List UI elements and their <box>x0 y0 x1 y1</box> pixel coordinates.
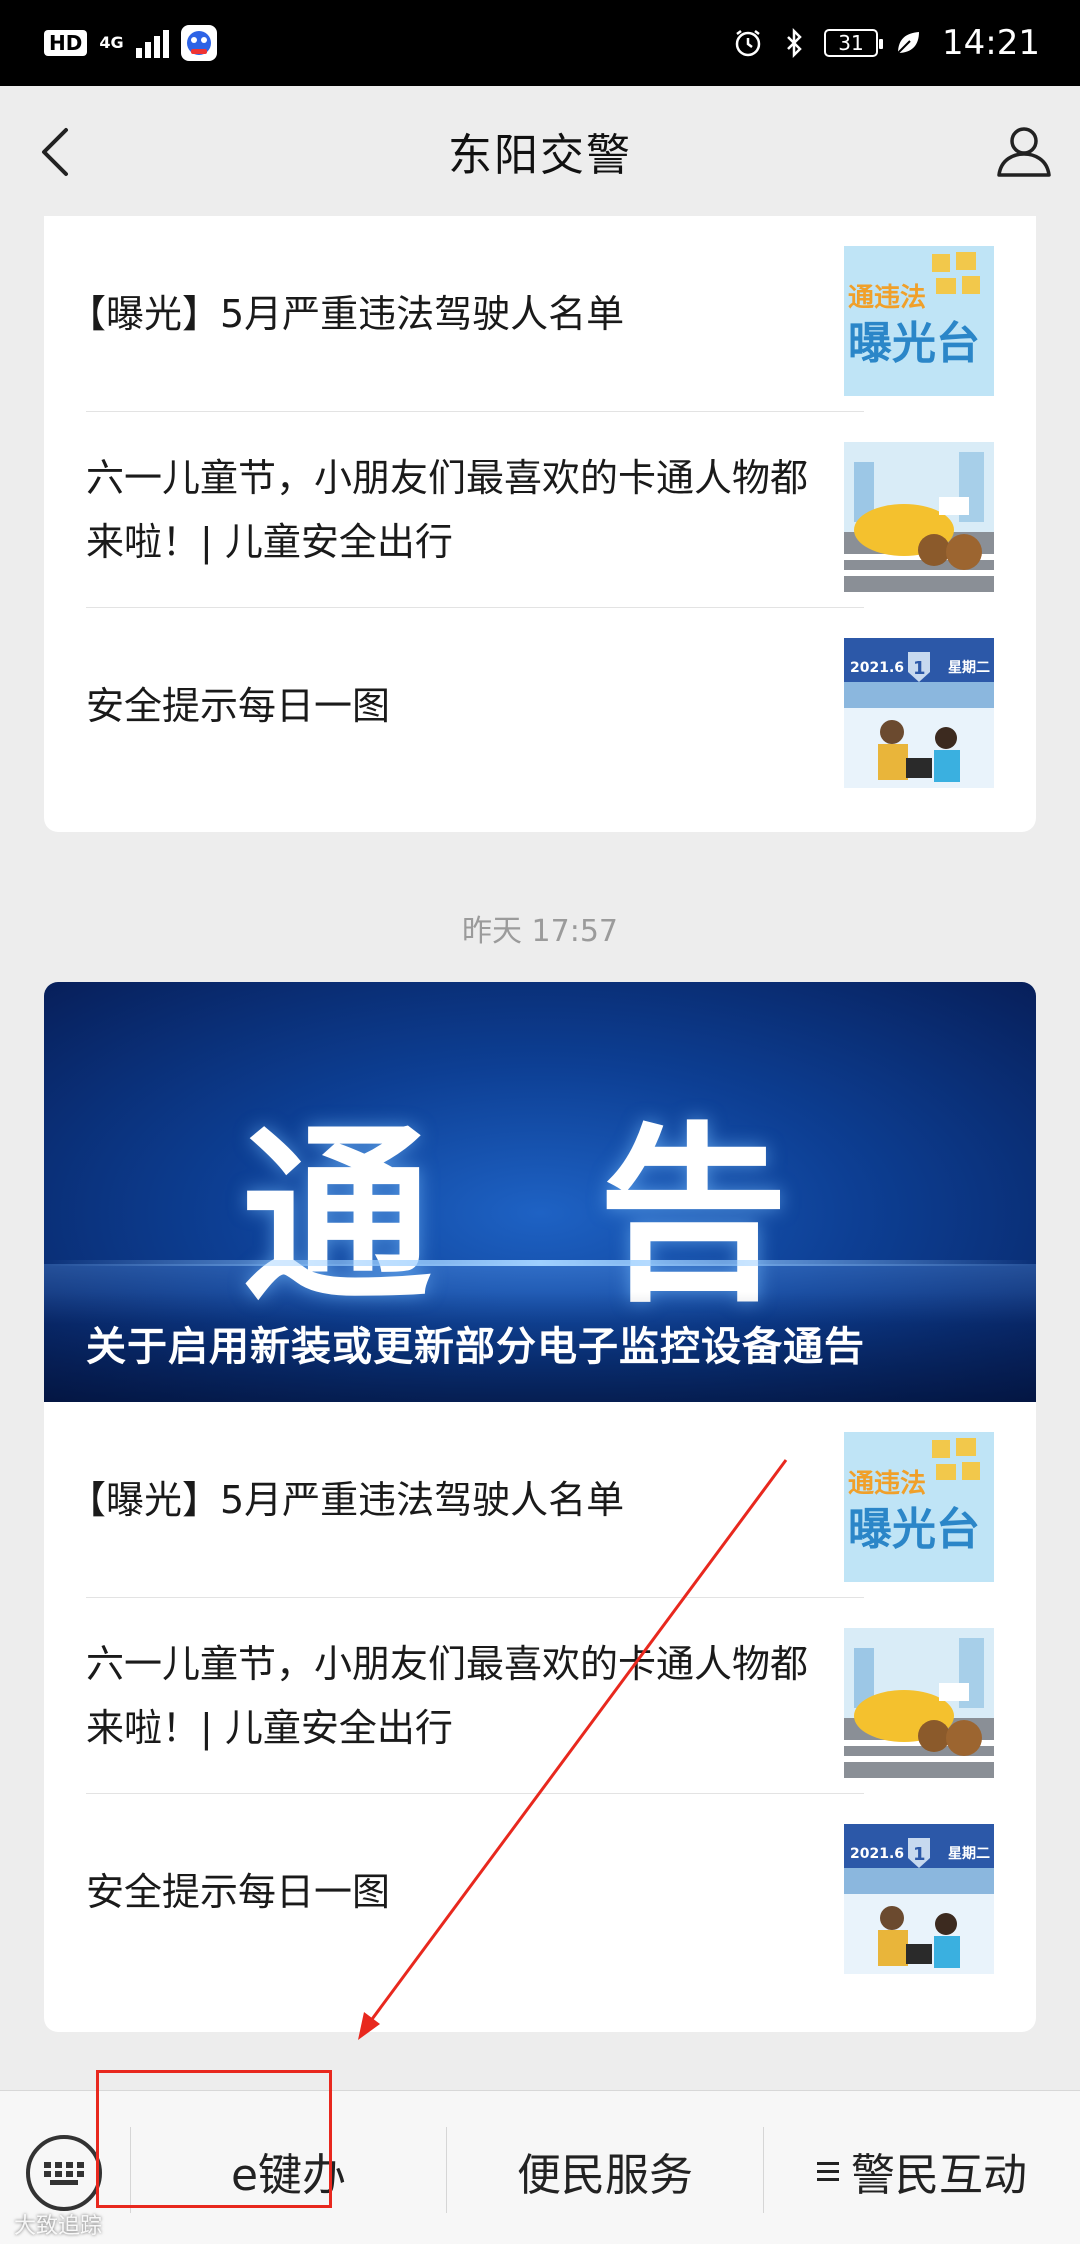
exposure-thumbnail: 通违法 曝光台 <box>844 246 994 396</box>
status-left: HD 4G <box>44 25 217 61</box>
keyboard-icon[interactable] <box>26 2135 102 2211</box>
watermark: 大致追踪 <box>14 2214 103 2239</box>
menu-item-label: 警民互动 <box>851 2150 1027 2201</box>
annotation-highlight-box <box>96 2070 332 2208</box>
article-item[interactable]: 安全提示每日一图 2021.6 星期二 1 <box>86 608 994 804</box>
battery-level: 31 <box>838 31 864 55</box>
day-label: 星期二 <box>948 1846 990 1862</box>
baidu-app-icon <box>180 25 217 61</box>
date-label: 2021.6 <box>850 660 904 676</box>
article-item[interactable]: 【曝光】5月严重违法驾驶人名单 通违法 曝光台 <box>68 216 994 412</box>
submenu-icon <box>817 2157 839 2186</box>
article-title: 【曝光】5月严重违法驾驶人名单 <box>68 1478 625 1522</box>
day-number: 1 <box>913 1844 926 1865</box>
article-title: 六一儿童节，小朋友们最喜欢的卡通人物都来啦！| 儿童安全出行 <box>86 456 809 564</box>
article-item[interactable]: 六一儿童节，小朋友们最喜欢的卡通人物都来啦！| 儿童安全出行 <box>86 412 994 608</box>
status-right: 31 14:21 <box>732 23 1040 63</box>
bluetooth-icon <box>787 27 802 59</box>
nav-header: 东阳交警 <box>0 86 1080 216</box>
article-item[interactable]: 六一儿童节，小朋友们最喜欢的卡通人物都来啦！| 儿童安全出行 <box>86 1598 994 1794</box>
article-title: 安全提示每日一图 <box>86 1870 391 1914</box>
exposure-thumb-top: 通违法 <box>848 1469 926 1499</box>
day-number: 1 <box>913 658 926 679</box>
banner-caption: 关于启用新装或更新部分电子监控设备通告 <box>86 1324 865 1370</box>
menu-item-convenience-services[interactable]: 便民服务 <box>447 2121 763 2221</box>
alarm-icon <box>735 30 761 57</box>
hd-badge: HD <box>44 30 88 56</box>
signal-icon <box>135 28 169 58</box>
status-bar: HD 4G 31 14:21 <box>0 0 1080 86</box>
day-label: 星期二 <box>948 660 990 676</box>
daily-safety-thumbnail: 2021.6 星期二 1 <box>844 638 994 788</box>
exposure-thumb-bottom: 曝光台 <box>848 1504 980 1555</box>
leaf-icon <box>897 32 920 54</box>
page-title: 东阳交警 <box>448 130 632 181</box>
chevron-left-icon[interactable] <box>34 124 78 180</box>
cartoon-thumbnail <box>844 1628 994 1778</box>
daily-safety-thumbnail: 2021.6 星期二 1 <box>844 1824 994 1974</box>
article-item[interactable]: 【曝光】5月严重违法驾驶人名单 通违法 曝光台 <box>68 1402 994 1598</box>
menu-item-label: 便民服务 <box>517 2150 693 2201</box>
clock: 14:21 <box>942 23 1040 63</box>
message-timestamp: 昨天 17:57 <box>462 914 618 949</box>
network-type: 4G <box>99 33 124 52</box>
article-group-card: 通 告 关于启用新装或更新部分电子监控设备通告 【曝光】5月严重违法驾驶人名单 … <box>44 982 1036 2032</box>
cartoon-thumbnail <box>844 442 994 592</box>
person-icon[interactable] <box>994 121 1054 181</box>
exposure-thumb-top: 通违法 <box>848 283 926 313</box>
date-label: 2021.6 <box>850 1846 904 1862</box>
battery-icon: 31 <box>824 29 884 57</box>
article-group-card: 【曝光】5月严重违法驾驶人名单 通违法 曝光台 六一儿童节，小朋友们最喜欢的卡通… <box>44 216 1036 832</box>
banner-article[interactable]: 通 告 关于启用新装或更新部分电子监控设备通告 <box>44 982 1036 1402</box>
article-item[interactable]: 安全提示每日一图 2021.6 星期二 1 <box>86 1794 994 1990</box>
banner-glow-line <box>44 1260 1036 1266</box>
article-title: 【曝光】5月严重违法驾驶人名单 <box>68 292 625 336</box>
exposure-thumb-bottom: 曝光台 <box>848 318 980 369</box>
menu-item-police-interaction[interactable]: 警民互动 <box>764 2121 1080 2221</box>
article-title: 六一儿童节，小朋友们最喜欢的卡通人物都来啦！| 儿童安全出行 <box>86 1642 809 1750</box>
article-title: 安全提示每日一图 <box>86 684 391 728</box>
exposure-thumbnail: 通违法 曝光台 <box>844 1432 994 1582</box>
